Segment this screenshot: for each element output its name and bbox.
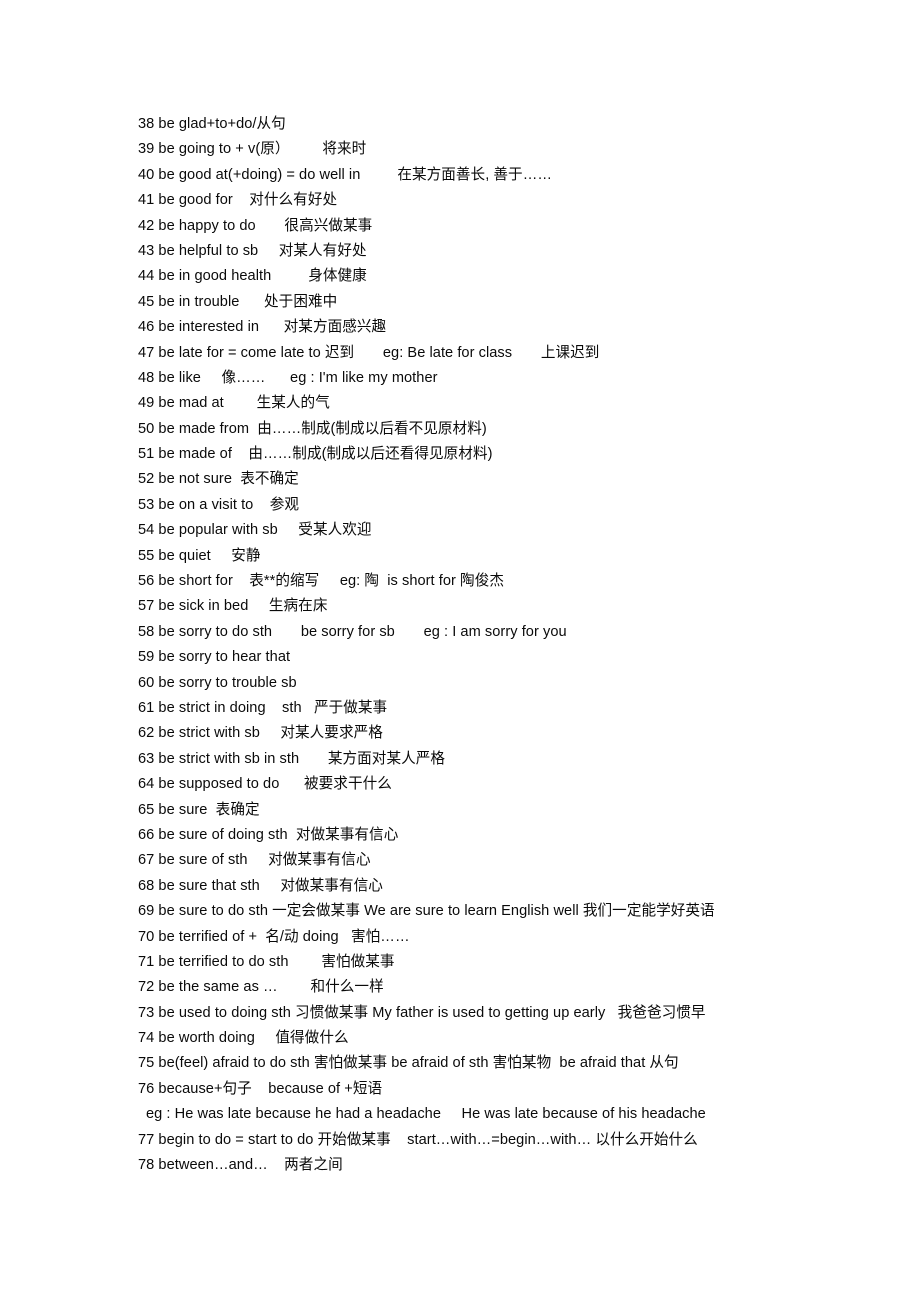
phrase-list: 38 be glad+to+do/从句 39 be going to + v(原）… <box>0 112 920 1178</box>
phrase-line: 68 be sure that sth 对做某事有信心 <box>0 874 920 899</box>
phrase-line: 58 be sorry to do sth be sorry for sb eg… <box>0 620 920 645</box>
phrase-line-text: 46 be interested in 对某方面感兴趣 <box>138 319 387 336</box>
phrase-line-text: 49 be mad at 生某人的气 <box>138 395 330 412</box>
phrase-line: 43 be helpful to sb 对某人有好处 <box>0 239 920 264</box>
phrase-line-text: 67 be sure of sth 对做某事有信心 <box>138 852 371 869</box>
phrase-line: 77 begin to do = start to do 开始做某事 start… <box>0 1128 920 1153</box>
phrase-line-text: 77 begin to do = start to do 开始做某事 start… <box>138 1131 698 1148</box>
phrase-line-text: 57 be sick in bed 生病在床 <box>138 598 328 615</box>
phrase-line-text: 39 be going to + v(原） 将来时 <box>138 141 367 158</box>
phrase-line-text: 73 be used to doing sth 习惯做某事 My father … <box>138 1004 706 1021</box>
phrase-line: 49 be mad at 生某人的气 <box>0 391 920 416</box>
phrase-line: 66 be sure of doing sth 对做某事有信心 <box>0 823 920 848</box>
phrase-line-text: eg : He was late because he had a headac… <box>146 1106 706 1123</box>
phrase-line-text: 75 be(feel) afraid to do sth 害怕做某事 be af… <box>138 1055 679 1072</box>
phrase-line: 56 be short for 表**的缩写 eg: 陶 is short fo… <box>0 569 920 594</box>
phrase-line: 67 be sure of sth 对做某事有信心 <box>0 848 920 873</box>
phrase-line-text: 72 be the same as … 和什么一样 <box>138 979 384 996</box>
phrase-line: 72 be the same as … 和什么一样 <box>0 975 920 1000</box>
phrase-line: 73 be used to doing sth 习惯做某事 My father … <box>0 1001 920 1026</box>
phrase-line: 59 be sorry to hear that <box>0 645 920 670</box>
phrase-line: 76 because+句子 because of +短语 <box>0 1077 920 1102</box>
phrase-line-text: 58 be sorry to do sth be sorry for sb eg… <box>138 623 567 640</box>
phrase-line: 50 be made from 由……制成(制成以后看不见原材料) <box>0 417 920 442</box>
phrase-line-text: 56 be short for 表**的缩写 eg: 陶 is short fo… <box>138 573 504 590</box>
phrase-line: 75 be(feel) afraid to do sth 害怕做某事 be af… <box>0 1051 920 1076</box>
phrase-line-text: 70 be terrified of + 名/动 doing 害怕…… <box>138 928 410 945</box>
phrase-line: 64 be supposed to do 被要求干什么 <box>0 772 920 797</box>
phrase-line-text: 78 between…and… 两者之间 <box>138 1157 343 1174</box>
phrase-line: 38 be glad+to+do/从句 <box>0 112 920 137</box>
phrase-line-text: 69 be sure to do sth 一定会做某事 We are sure … <box>138 903 715 920</box>
phrase-line: 70 be terrified of + 名/动 doing 害怕…… <box>0 925 920 950</box>
phrase-line-text: 44 be in good health 身体健康 <box>138 268 367 285</box>
phrase-line-text: 74 be worth doing 值得做什么 <box>138 1030 349 1047</box>
phrase-line: 48 be like 像…… eg : I'm like my mother <box>0 366 920 391</box>
phrase-line: 74 be worth doing 值得做什么 <box>0 1026 920 1051</box>
phrase-line: 69 be sure to do sth 一定会做某事 We are sure … <box>0 899 920 924</box>
phrase-line: 46 be interested in 对某方面感兴趣 <box>0 315 920 340</box>
phrase-line-text: 41 be good for 对什么有好处 <box>138 192 338 209</box>
phrase-line: 65 be sure 表确定 <box>0 798 920 823</box>
phrase-line-text: 60 be sorry to trouble sb <box>138 674 297 691</box>
phrase-line: 51 be made of 由……制成(制成以后还看得见原材料) <box>0 442 920 467</box>
phrase-line-text: 65 be sure 表确定 <box>138 801 260 818</box>
phrase-line: 44 be in good health 身体健康 <box>0 264 920 289</box>
phrase-line: 53 be on a visit to 参观 <box>0 493 920 518</box>
phrase-line-text: 66 be sure of doing sth 对做某事有信心 <box>138 826 399 843</box>
phrase-line: 47 be late for = come late to 迟到 eg: Be … <box>0 341 920 366</box>
phrase-line: 40 be good at(+doing) = do well in 在某方面善… <box>0 163 920 188</box>
phrase-line-text: 48 be like 像…… eg : I'm like my mother <box>138 369 438 386</box>
phrase-line: 78 between…and… 两者之间 <box>0 1153 920 1178</box>
phrase-line-text: 76 because+句子 because of +短语 <box>138 1080 383 1097</box>
phrase-line-text: 51 be made of 由……制成(制成以后还看得见原材料) <box>138 446 493 463</box>
phrase-line-text: 42 be happy to do 很高兴做某事 <box>138 217 373 234</box>
phrase-line: 45 be in trouble 处于困难中 <box>0 290 920 315</box>
phrase-line: eg : He was late because he had a headac… <box>0 1102 920 1127</box>
phrase-line: 61 be strict in doing sth 严于做某事 <box>0 696 920 721</box>
phrase-line: 62 be strict with sb 对某人要求严格 <box>0 721 920 746</box>
phrase-line-text: 71 be terrified to do sth 害怕做某事 <box>138 953 395 970</box>
phrase-line-text: 61 be strict in doing sth 严于做某事 <box>138 699 388 716</box>
phrase-line-text: 50 be made from 由……制成(制成以后看不见原材料) <box>138 420 487 437</box>
phrase-line-text: 62 be strict with sb 对某人要求严格 <box>138 725 383 742</box>
phrase-line-text: 43 be helpful to sb 对某人有好处 <box>138 242 367 259</box>
phrase-line: 42 be happy to do 很高兴做某事 <box>0 214 920 239</box>
phrase-line-text: 45 be in trouble 处于困难中 <box>138 293 338 310</box>
phrase-line: 55 be quiet 安静 <box>0 544 920 569</box>
phrase-line: 39 be going to + v(原） 将来时 <box>0 137 920 162</box>
phrase-line: 63 be strict with sb in sth 某方面对某人严格 <box>0 747 920 772</box>
phrase-line-text: 38 be glad+to+do/从句 <box>138 116 286 132</box>
document-page: 38 be glad+to+do/从句 39 be going to + v(原）… <box>0 0 920 1302</box>
phrase-line-text: 68 be sure that sth 对做某事有信心 <box>138 877 383 894</box>
phrase-line: 41 be good for 对什么有好处 <box>0 188 920 213</box>
phrase-line: 52 be not sure 表不确定 <box>0 467 920 492</box>
phrase-line: 60 be sorry to trouble sb <box>0 671 920 696</box>
phrase-line-text: 54 be popular with sb 受某人欢迎 <box>138 522 372 539</box>
phrase-line-text: 59 be sorry to hear that <box>138 649 291 666</box>
phrase-line-text: 52 be not sure 表不确定 <box>138 471 299 488</box>
phrase-line-text: 55 be quiet 安静 <box>138 547 261 564</box>
phrase-line-text: 40 be good at(+doing) = do well in 在某方面善… <box>138 166 552 183</box>
phrase-line: 71 be terrified to do sth 害怕做某事 <box>0 950 920 975</box>
phrase-line-text: 53 be on a visit to 参观 <box>138 496 300 513</box>
phrase-line-text: 47 be late for = come late to 迟到 eg: Be … <box>138 344 600 361</box>
phrase-line-text: 63 be strict with sb in sth 某方面对某人严格 <box>138 750 446 767</box>
phrase-line-text: 64 be supposed to do 被要求干什么 <box>138 776 392 793</box>
phrase-line: 57 be sick in bed 生病在床 <box>0 594 920 619</box>
phrase-line: 54 be popular with sb 受某人欢迎 <box>0 518 920 543</box>
